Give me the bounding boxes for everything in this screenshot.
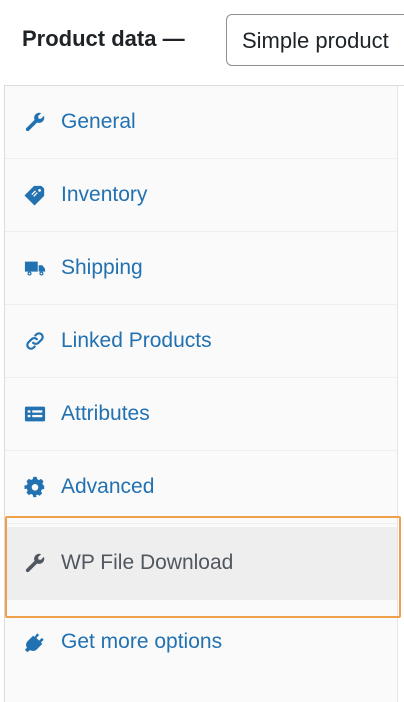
truck-icon bbox=[22, 255, 48, 281]
panel-title: Product data — bbox=[22, 26, 185, 51]
tab-attributes[interactable]: Attributes bbox=[5, 378, 397, 451]
wrench-icon bbox=[22, 550, 48, 576]
tab-label: Linked Products bbox=[61, 329, 212, 352]
tab-label: WP File Download bbox=[61, 551, 234, 574]
tag-icon bbox=[22, 182, 48, 208]
tab-shipping[interactable]: Shipping bbox=[5, 232, 397, 305]
tab-label: General bbox=[61, 110, 136, 133]
plug-icon bbox=[22, 629, 48, 655]
tab-label: Shipping bbox=[61, 256, 143, 279]
link-icon bbox=[22, 328, 48, 354]
tab-label: Inventory bbox=[61, 183, 148, 206]
tab-inventory[interactable]: Inventory bbox=[5, 159, 397, 232]
product-data-tabs: General Inventory Shipping Linked Produc… bbox=[5, 86, 398, 702]
tab-label: Advanced bbox=[61, 475, 155, 498]
tab-get-more-options[interactable]: Get more options bbox=[5, 605, 397, 678]
tab-wp-file-download[interactable]: WP File Download bbox=[5, 527, 397, 600]
product-data-header: Product data — Simple product bbox=[4, 0, 404, 86]
wrench-icon bbox=[22, 109, 48, 135]
tab-label: Get more options bbox=[61, 629, 223, 653]
tab-general[interactable]: General bbox=[5, 86, 397, 159]
list-icon bbox=[22, 401, 48, 427]
tab-label: Attributes bbox=[61, 402, 150, 425]
product-type-select[interactable]: Simple product bbox=[226, 14, 404, 66]
tab-advanced[interactable]: Advanced bbox=[5, 451, 397, 524]
gear-icon bbox=[22, 474, 48, 500]
tab-linked-products[interactable]: Linked Products bbox=[5, 305, 397, 378]
